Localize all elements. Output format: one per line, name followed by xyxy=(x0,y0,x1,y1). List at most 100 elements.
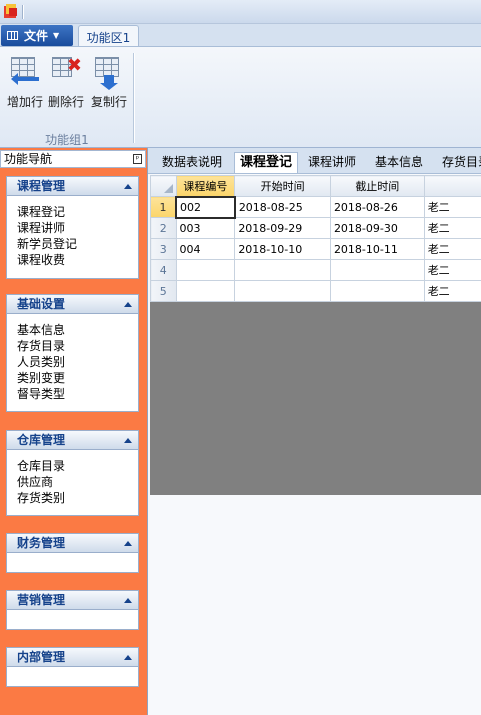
tab-course-register[interactable]: 课程登记 xyxy=(234,152,299,173)
nav-item-course-fee[interactable]: 课程收费 xyxy=(17,252,138,268)
delete-row-button[interactable]: ✖ 删除行 xyxy=(44,55,88,113)
header-row: 课程编号 开始时间 截止时间 xyxy=(150,175,481,197)
collapse-icon[interactable] xyxy=(124,438,132,443)
nav-group-finance-management: 财务管理 xyxy=(6,533,139,573)
nav-item-inventory-catalog[interactable]: 存货目录 xyxy=(17,338,138,354)
nav-group-title: 营销管理 xyxy=(17,593,66,607)
table-cell[interactable]: 2018-10-11 xyxy=(329,238,425,260)
table-cell[interactable] xyxy=(234,259,331,281)
nav-group-warehouse-management: 仓库管理 仓库目录 供应商 存货类别 xyxy=(6,430,139,516)
nav-item-supplier[interactable]: 供应商 xyxy=(17,474,138,490)
column-header[interactable]: 开始时间 xyxy=(234,175,331,197)
table-cell[interactable] xyxy=(234,280,331,302)
copy-row-button[interactable]: 复制行 xyxy=(87,55,131,113)
column-header[interactable] xyxy=(423,175,481,197)
nav-group-header[interactable]: 仓库管理 xyxy=(6,430,139,450)
titlebar-separator xyxy=(22,5,24,19)
table-cell[interactable]: 2018-10-10 xyxy=(234,238,331,260)
nav-group-body: 仓库目录 供应商 存货类别 xyxy=(6,450,139,516)
nav-group-body: 课程登记 课程讲师 新学员登记 课程收费 xyxy=(6,196,139,279)
delete-row-label: 删除行 xyxy=(47,95,84,109)
add-row-label: 增加行 xyxy=(6,95,43,109)
nav-group-title: 财务管理 xyxy=(17,536,66,550)
nav-item-warehouse-catalog[interactable]: 仓库目录 xyxy=(17,458,138,474)
nav-group-body xyxy=(6,667,139,687)
add-row-button[interactable]: 增加行 xyxy=(3,55,47,113)
collapse-icon[interactable] xyxy=(124,184,132,189)
row-number[interactable]: 4 xyxy=(150,259,177,281)
nav-item-supervision-type[interactable]: 督导类型 xyxy=(17,386,138,402)
table-cell[interactable]: 2018-08-26 xyxy=(329,196,425,218)
table-cell[interactable]: 2018-09-29 xyxy=(234,217,331,239)
table-row: 2 003 2018-09-29 2018-09-30 老二 xyxy=(150,217,481,239)
table-cell[interactable]: 2018-08-25 xyxy=(234,196,331,218)
table-cell[interactable]: 老二 xyxy=(423,217,481,239)
ribbon-tab-function-area[interactable]: 功能区1 xyxy=(78,25,139,48)
table-cell[interactable]: 老二 xyxy=(423,196,481,218)
tab-basic-info[interactable]: 基本信息 xyxy=(375,152,423,173)
copy-row-icon xyxy=(93,55,125,90)
table-cell[interactable] xyxy=(329,280,425,302)
nav-group-header[interactable]: 基础设置 xyxy=(6,294,139,314)
app-icon[interactable] xyxy=(3,3,19,19)
table-cell[interactable] xyxy=(175,280,236,302)
nav-item-course-lecturer[interactable]: 课程讲师 xyxy=(17,220,138,236)
nav-group-header[interactable]: 财务管理 xyxy=(6,533,139,553)
nav-item-basic-info[interactable]: 基本信息 xyxy=(17,322,138,338)
document-tab-strip: 数据表说明 课程登记 课程讲师 基本信息 存货目录 xyxy=(148,148,481,174)
table-cell[interactable]: 004 xyxy=(175,238,236,260)
document-area: 数据表说明 课程登记 课程讲师 基本信息 存货目录 课程编号 开始时间 截止时间… xyxy=(147,148,481,715)
collapse-icon[interactable] xyxy=(124,541,132,546)
row-number[interactable]: 5 xyxy=(150,280,177,302)
nav-item-new-student[interactable]: 新学员登记 xyxy=(17,236,138,252)
file-menu-button[interactable]: 文件 ▼ xyxy=(1,25,73,46)
row-number[interactable]: 2 xyxy=(150,217,177,239)
nav-group-header[interactable]: 课程管理 xyxy=(6,176,139,196)
table-row: 5 老二 xyxy=(150,280,481,302)
row-number[interactable]: 1 xyxy=(150,196,177,218)
table-cell[interactable]: 002 xyxy=(175,195,236,219)
table-cell[interactable]: 003 xyxy=(175,217,236,239)
nav-item-course-register[interactable]: 课程登记 xyxy=(17,204,138,220)
collapse-icon[interactable] xyxy=(124,302,132,307)
navigation-panel: 功能导航 ᵖ 课程管理 课程登记 课程讲师 新学员登记 课程收费 基础设置 基本… xyxy=(0,148,147,715)
nav-item-category-change[interactable]: 类别变更 xyxy=(17,370,138,386)
nav-group-body: 基本信息 存货目录 人员类别 类别变更 督导类型 xyxy=(6,314,139,412)
table-cell[interactable] xyxy=(329,259,425,281)
nav-group-course-management: 课程管理 课程登记 课程讲师 新学员登记 课程收费 xyxy=(6,176,139,279)
collapse-icon[interactable] xyxy=(124,655,132,660)
table-row: 3 004 2018-10-10 2018-10-11 老二 xyxy=(150,238,481,260)
collapse-icon[interactable] xyxy=(124,598,132,603)
table-row: 1 002 2018-08-25 2018-08-26 老二 xyxy=(150,195,481,219)
nav-group-marketing-management: 营销管理 xyxy=(6,590,139,630)
nav-item-staff-category[interactable]: 人员类别 xyxy=(17,354,138,370)
nav-item-inventory-category[interactable]: 存货类别 xyxy=(17,490,138,506)
nav-group-title: 基础设置 xyxy=(17,297,66,311)
ribbon-panel: 增加行 ✖ 删除行 复制行 功能组1 xyxy=(0,46,481,148)
select-all-corner[interactable] xyxy=(150,175,177,197)
column-header[interactable]: 截止时间 xyxy=(329,175,425,197)
table-cell[interactable] xyxy=(175,259,236,281)
column-header[interactable]: 课程编号 xyxy=(175,175,236,197)
nav-group-internal-management: 内部管理 xyxy=(6,647,139,687)
copy-row-label: 复制行 xyxy=(90,95,127,109)
table-cell[interactable]: 老二 xyxy=(423,259,481,281)
nav-group-basic-settings: 基础设置 基本信息 存货目录 人员类别 类别变更 督导类型 xyxy=(6,294,139,412)
nav-group-header[interactable]: 营销管理 xyxy=(6,590,139,610)
table-cell[interactable]: 老二 xyxy=(423,280,481,302)
table-icon xyxy=(7,31,18,40)
table-cell[interactable]: 2018-09-30 xyxy=(329,217,425,239)
nav-group-body xyxy=(6,553,139,573)
table-row: 4 老二 xyxy=(150,259,481,281)
nav-panel-header: 功能导航 ᵖ xyxy=(0,150,146,168)
nav-panel-title: 功能导航 xyxy=(4,152,53,166)
tab-course-lecturer[interactable]: 课程讲师 xyxy=(308,152,356,173)
tab-inventory-catalog[interactable]: 存货目录 xyxy=(442,152,481,173)
tab-table-description[interactable]: 数据表说明 xyxy=(162,152,222,173)
ribbon-group-label: 功能组1 xyxy=(45,133,89,147)
row-number[interactable]: 3 xyxy=(150,238,177,260)
table-cell[interactable]: 老二 xyxy=(423,238,481,260)
nav-group-header[interactable]: 内部管理 xyxy=(6,647,139,667)
title-bar xyxy=(0,0,481,24)
pin-icon[interactable]: ᵖ xyxy=(133,154,142,164)
